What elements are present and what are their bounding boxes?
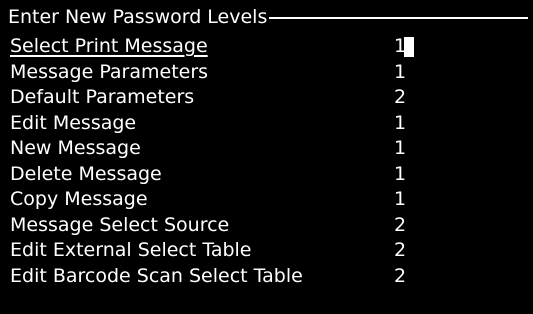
list-item-label: Copy Message bbox=[10, 188, 148, 210]
list-item-label: Edit Message bbox=[10, 111, 137, 134]
password-levels-screen: Enter New Password Levels Select Print M… bbox=[0, 0, 533, 314]
list-item-edit-message[interactable]: Edit Message 1 bbox=[10, 111, 430, 137]
list-item-label: Select Print Message bbox=[10, 35, 208, 57]
level-value: 1 bbox=[394, 162, 407, 185]
list-item-label: Message Select Source bbox=[10, 213, 230, 236]
list-item-select-print-message[interactable]: Select Print Message 1 bbox=[10, 34, 430, 60]
level-value: 1 bbox=[394, 137, 407, 159]
level-value: 2 bbox=[394, 239, 407, 261]
level-value: 2 bbox=[394, 86, 407, 108]
level-value: 2 bbox=[394, 213, 407, 236]
list-item-edit-barcode-scan-select-table[interactable]: Edit Barcode Scan Select Table 2 bbox=[10, 264, 430, 290]
list-item-delete-message[interactable]: Delete Message 1 bbox=[10, 162, 430, 188]
list-item-edit-external-select-table[interactable]: Edit External Select Table 2 bbox=[10, 238, 430, 264]
list-item-label: Default Parameters bbox=[10, 86, 195, 108]
screen-header: Enter New Password Levels bbox=[8, 6, 528, 28]
list-item-new-message[interactable]: New Message 1 bbox=[10, 136, 430, 162]
list-item-message-select-source[interactable]: Message Select Source 2 bbox=[10, 213, 430, 239]
list-item-label: Message Parameters bbox=[10, 60, 209, 83]
list-item-default-parameters[interactable]: Default Parameters 2 bbox=[10, 85, 430, 111]
level-value: 1 bbox=[394, 60, 407, 83]
level-value: 2 bbox=[394, 264, 407, 287]
list-item-label: Edit External Select Table bbox=[10, 239, 252, 261]
text-cursor bbox=[404, 37, 414, 57]
list-item-label: Delete Message bbox=[10, 162, 162, 185]
level-value: 1 bbox=[394, 111, 407, 134]
list-item-message-parameters[interactable]: Message Parameters 1 bbox=[10, 60, 430, 86]
password-level-list: Select Print Message 1 Message Parameter… bbox=[10, 34, 430, 289]
list-item-label: Edit Barcode Scan Select Table bbox=[10, 264, 303, 287]
screen-title: Enter New Password Levels bbox=[8, 6, 270, 28]
level-value: 1 bbox=[394, 188, 407, 210]
list-item-label: New Message bbox=[10, 137, 141, 159]
list-item-copy-message[interactable]: Copy Message 1 bbox=[10, 187, 430, 213]
